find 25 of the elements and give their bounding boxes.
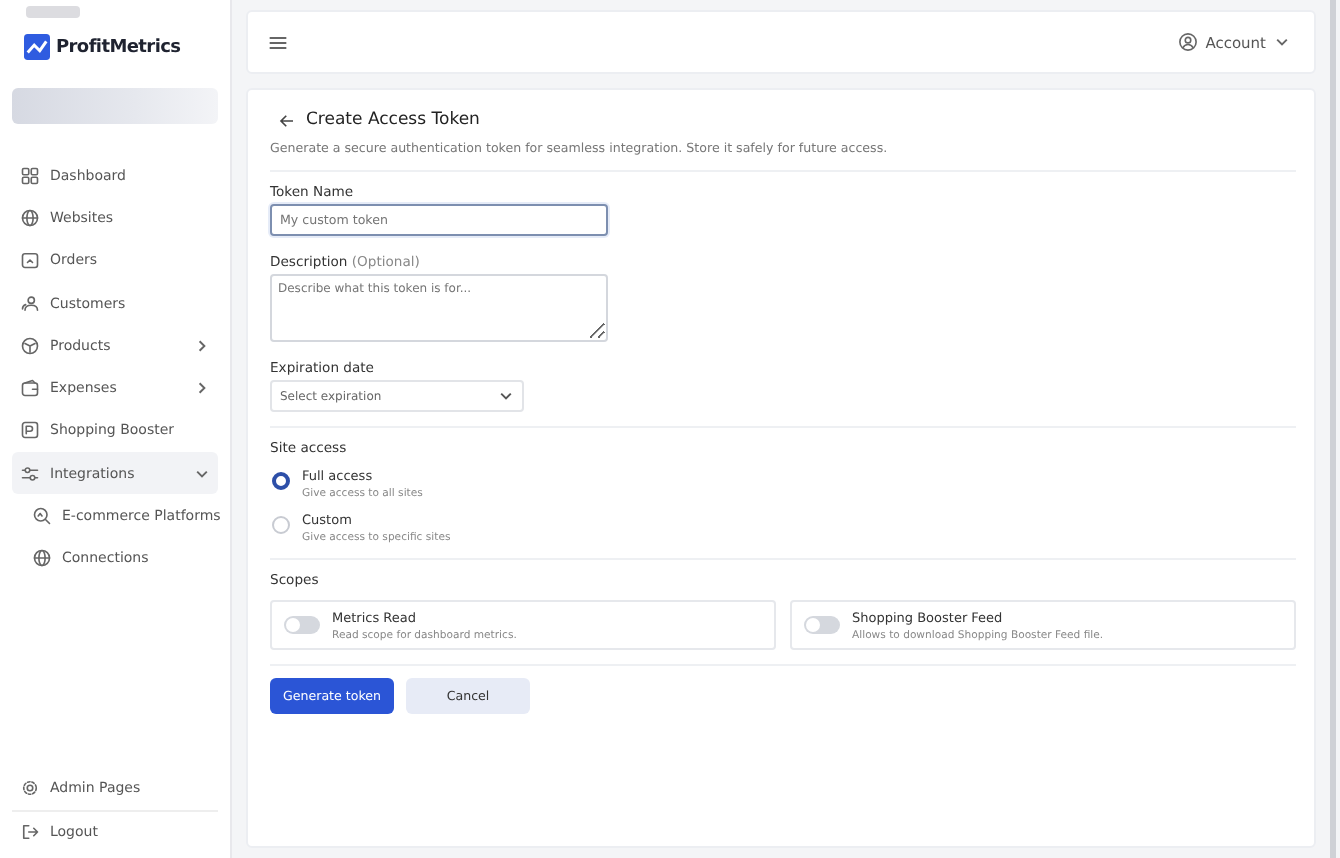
globe-icon	[20, 207, 40, 228]
radio-button[interactable]	[272, 472, 290, 490]
globe-icon	[32, 548, 52, 569]
scrollbar[interactable]	[1330, 0, 1336, 858]
caret-icon	[1274, 34, 1290, 50]
toggle-switch[interactable]	[284, 616, 320, 634]
blurred-text	[26, 6, 80, 18]
menu-icon[interactable]	[268, 33, 288, 51]
site-selector[interactable]	[12, 88, 218, 124]
gear-icon	[20, 777, 40, 798]
chart-logo-icon	[24, 34, 50, 60]
grid-icon	[20, 165, 40, 186]
toggle-switch[interactable]	[804, 616, 840, 634]
page-title: Create Access Token	[306, 110, 480, 130]
users-icon	[20, 293, 40, 314]
brand-name: ProfitMetrics	[56, 37, 181, 57]
user-icon	[1177, 32, 1198, 52]
logout-icon	[20, 822, 40, 843]
caret-icon	[498, 388, 514, 404]
wallet-icon	[20, 378, 40, 399]
back-arrow-icon[interactable]	[278, 111, 296, 129]
cube-icon	[20, 335, 40, 356]
box-icon	[20, 250, 40, 271]
sliders-icon	[20, 463, 40, 484]
magnifier-icon	[32, 506, 52, 527]
